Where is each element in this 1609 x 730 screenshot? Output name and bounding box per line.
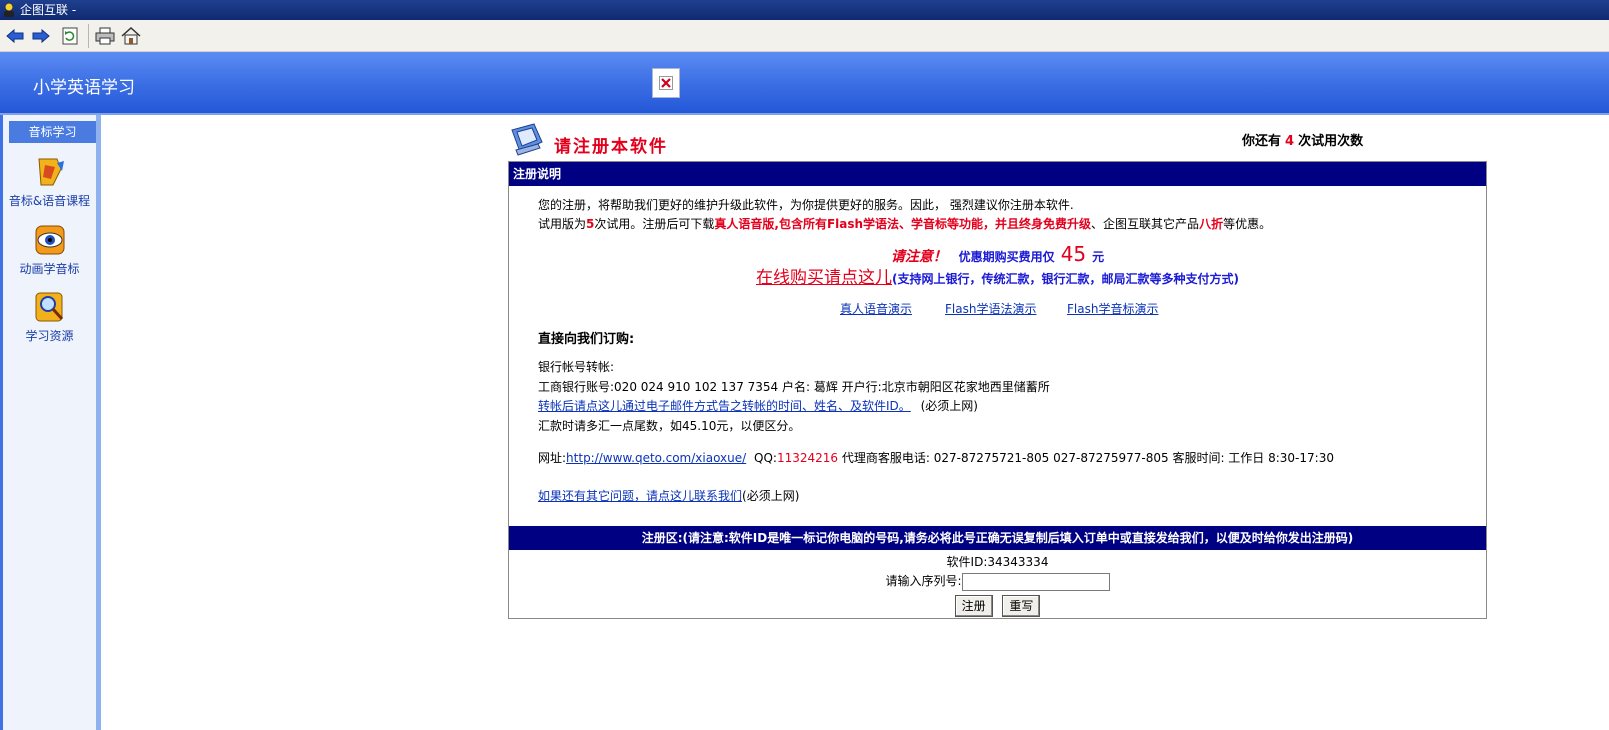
serial-row: 请输入序列号: bbox=[509, 572, 1486, 591]
demo-link-voice[interactable]: 真人语音演示 bbox=[840, 300, 912, 317]
section-title-instructions: 注册说明 bbox=[509, 162, 1486, 186]
sidebar-item-animation[interactable]: 动画学音标 bbox=[3, 223, 96, 277]
contact-us-link[interactable]: 如果还有其它问题，请点这儿联系我们 bbox=[538, 489, 742, 503]
window-title: 企图互联 - bbox=[20, 3, 77, 17]
sidebar-item-label: 学习资源 bbox=[25, 329, 74, 343]
app-person-icon bbox=[4, 2, 14, 17]
transfer-line: 转帐后请点这儿通过电子邮件方式告之转帐的时间、姓名、及软件ID。 (必须上网) bbox=[538, 399, 978, 413]
home-icon[interactable] bbox=[120, 25, 142, 47]
form-buttons: 注册 重写 bbox=[509, 595, 1486, 617]
remit-note: 汇款时请多汇一点尾数，如45.10元，以便区分。 bbox=[538, 419, 801, 433]
reset-button[interactable]: 重写 bbox=[1002, 595, 1041, 617]
contact-line: 网址:http://www.qeto.com/xiaoxue/ QQ:11324… bbox=[538, 451, 1334, 465]
close-icon[interactable] bbox=[652, 68, 680, 98]
window-titlebar: 企图互联 - bbox=[0, 0, 1609, 20]
question-line: 如果还有其它问题，请点这儿联系我们(必须上网) bbox=[538, 489, 800, 503]
sidebar-item-course[interactable]: 音标&语音课程 bbox=[3, 155, 96, 209]
registration-panel: 注册说明 您的注册，将帮助我们更好的维护升级此软件，为你提供更好的服务。因此， … bbox=[508, 161, 1487, 619]
sidebar: 音标学习 音标&语音课程 动画学音标 学习资源 bbox=[0, 115, 101, 730]
sidebar-item-label: 音标&语音课程 bbox=[8, 194, 91, 208]
trial-count-number: 4 bbox=[1285, 134, 1295, 149]
print-icon[interactable] bbox=[94, 25, 116, 47]
register-button[interactable]: 注册 bbox=[954, 595, 993, 617]
toolbar bbox=[0, 20, 1609, 52]
serial-label: 请输入序列号: bbox=[885, 574, 962, 588]
refresh-icon[interactable] bbox=[59, 25, 81, 47]
register-mac-icon bbox=[511, 123, 543, 156]
bank-heading: 银行帐号转帐: bbox=[538, 360, 615, 374]
sidebar-item-label: 动画学音标 bbox=[19, 262, 80, 276]
sidebar-heading: 音标学习 bbox=[9, 121, 96, 143]
register-title: 请注册本软件 bbox=[554, 137, 668, 157]
sidebar-item-resources[interactable]: 学习资源 bbox=[3, 290, 96, 344]
serial-input[interactable] bbox=[961, 572, 1110, 591]
intro-line-1: 您的注册，将帮助我们更好的维护升级此软件，为你提供更好的服务。因此， 强烈建议你… bbox=[538, 198, 1074, 212]
website-link[interactable]: http://www.qeto.com/xiaoxue/ bbox=[566, 451, 746, 465]
price-unit: 元 bbox=[1092, 250, 1105, 264]
resources-search-icon bbox=[35, 292, 63, 322]
forward-icon[interactable] bbox=[30, 25, 52, 47]
trial-count: 你还有 4 次试用次数 bbox=[1242, 134, 1364, 149]
course-icon bbox=[37, 158, 64, 186]
app-header: 小学英语学习 bbox=[0, 52, 1609, 115]
qq-number: 11324216 bbox=[776, 451, 839, 465]
software-id: 软件ID:34343334 bbox=[946, 555, 1049, 569]
demo-link-grammar[interactable]: Flash学语法演示 bbox=[945, 300, 1036, 317]
buy-line: 在线购买请点这儿(支持网上银行，传统汇款，银行汇款，邮局汇款等多种支付方式) bbox=[509, 263, 1486, 288]
payment-methods: (支持网上银行，传统汇款，银行汇款，邮局汇款等多种支付方式) bbox=[892, 272, 1239, 286]
animation-eye-icon bbox=[35, 225, 64, 255]
offer-text: 优惠期购买费用仅 bbox=[958, 250, 1055, 264]
bank-info: 工商银行账号:020 024 910 102 137 7354 户名: 葛辉 开… bbox=[538, 380, 1050, 394]
intro-line-2: 试用版为5次试用。注册后可下载真人语音版,包含所有Flash学语法、学音标等功能… bbox=[538, 217, 1272, 231]
transfer-email-link[interactable]: 转帐后请点这儿通过电子邮件方式告之转帐的时间、姓名、及软件ID。 bbox=[538, 399, 911, 413]
back-icon[interactable] bbox=[4, 25, 26, 47]
app-title: 小学英语学习 bbox=[33, 78, 135, 98]
buy-online-link[interactable]: 在线购买请点这儿 bbox=[756, 268, 892, 288]
demo-link-phonetics[interactable]: Flash学音标演示 bbox=[1067, 300, 1158, 317]
order-heading: 直接向我们订购: bbox=[538, 332, 635, 347]
section-title-register: 注册区:(请注意:软件ID是唯一标记你电脑的号码,请务必将此号正确无误复制后填入… bbox=[509, 526, 1486, 550]
